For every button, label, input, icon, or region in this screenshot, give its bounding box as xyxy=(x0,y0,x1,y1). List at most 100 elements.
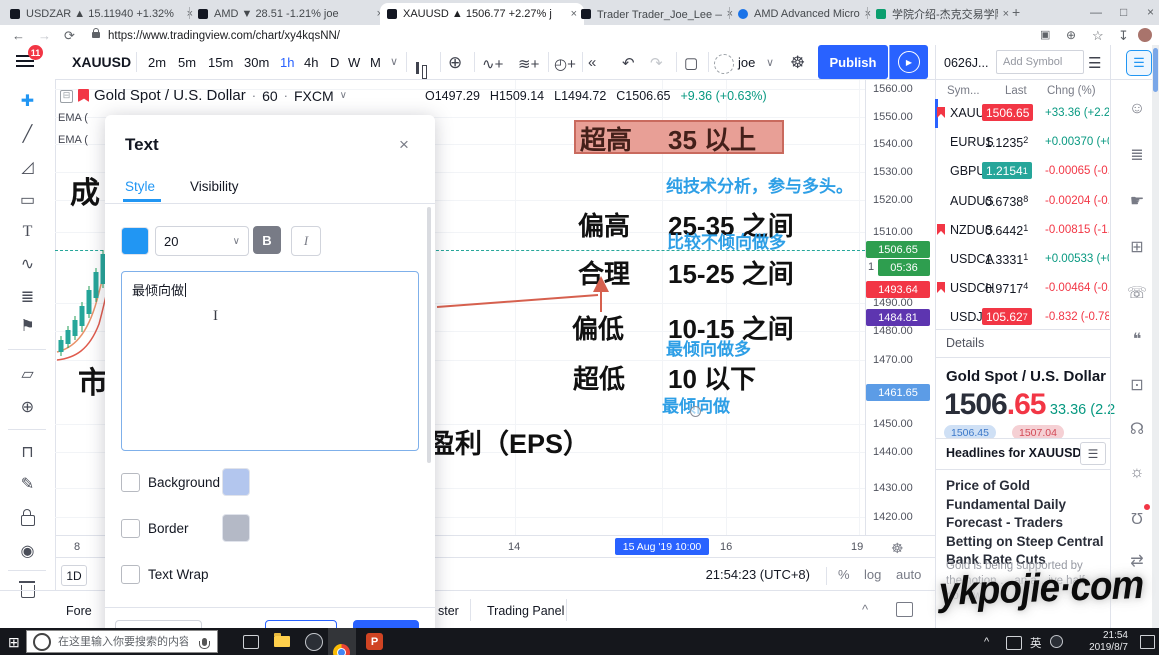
tab-trading-panel[interactable]: Trading Panel xyxy=(487,604,564,618)
browser-tab-1[interactable]: USDZAR ▲ 15.11940 +1.32% × xyxy=(3,3,200,25)
watchlist-row-usdcad[interactable]: USDCA 1.33311 +0.00533 (+0.4 xyxy=(935,245,1110,274)
hide-drawings-eye-icon[interactable]: ◉ xyxy=(14,537,41,564)
annotation-label[interactable]: 偏高 xyxy=(578,206,630,243)
url-text[interactable]: https://www.tradingview.com/chart/xy4kqs… xyxy=(108,30,340,42)
scrollbar-thumb[interactable] xyxy=(1153,48,1158,92)
shapes-icon[interactable]: ▭ xyxy=(14,186,41,213)
close-tab-icon[interactable]: × xyxy=(998,8,1009,20)
go-to-interval-button[interactable]: 1D xyxy=(61,565,87,586)
chevron-down-icon[interactable]: ∨ xyxy=(340,90,347,101)
chart-drawing-text[interactable]: 市 xyxy=(78,358,108,402)
magnet-icon[interactable]: ⊓ xyxy=(14,438,41,465)
taskbar-search-box[interactable] xyxy=(26,630,218,653)
watchlist-header-last[interactable]: Last xyxy=(1005,85,1027,97)
browser-tab-6[interactable]: 学院介绍-杰克交易学院-中国顶 × xyxy=(869,3,1016,25)
dialog-tab-visibility[interactable]: Visibility xyxy=(190,179,239,194)
timeframe-1h-active[interactable]: 1h xyxy=(280,55,294,70)
chevron-down-icon[interactable]: ∨ xyxy=(766,56,774,69)
watchlist-row-usdjpy[interactable]: USDJP 105.627 -0.832 (-0.78 xyxy=(935,303,1110,332)
ema-indicator-label[interactable]: EMA ( xyxy=(58,112,88,124)
browser-tab-4[interactable]: Trader Trader_Joe_Lee — 交易 × xyxy=(574,3,740,25)
undo-icon[interactable]: ↶ xyxy=(622,54,635,72)
media-icon[interactable]: ▣ xyxy=(1040,28,1050,41)
chat-smiley-icon[interactable]: ☺ xyxy=(1122,94,1152,124)
annotation-value[interactable]: 10 以下 xyxy=(668,359,756,396)
settings-gear-icon[interactable]: ☸ xyxy=(790,53,805,73)
ruler-icon[interactable]: ▱ xyxy=(14,360,41,387)
tray-app-icon[interactable] xyxy=(1050,635,1063,648)
forecast-icon[interactable]: ≣ xyxy=(14,283,41,310)
window-close-button[interactable]: × xyxy=(1147,5,1154,19)
replay-rewind-icon[interactable]: « xyxy=(588,54,596,71)
obs-icon[interactable] xyxy=(305,633,323,651)
templates-icon[interactable]: ≋+ xyxy=(518,55,539,73)
text-tool-icon[interactable]: T xyxy=(14,218,41,245)
browser-tab-2[interactable]: AMD ▼ 28.51 -1.21% joe × xyxy=(191,3,390,25)
annotation-note[interactable]: 最倾向做多 xyxy=(666,335,751,360)
browser-tab-5[interactable]: AMD Advanced Micro Device × xyxy=(731,3,878,25)
percent-scale-button[interactable]: % xyxy=(838,567,850,582)
timeframe-15m[interactable]: 15m xyxy=(208,55,233,70)
text-content-input[interactable]: 最倾向做 xyxy=(121,271,419,451)
calendar-icon[interactable]: ⊞ xyxy=(1122,232,1152,262)
border-color-swatch[interactable] xyxy=(222,514,250,542)
font-size-dropdown[interactable]: 20 ∨ xyxy=(155,226,249,256)
background-checkbox[interactable] xyxy=(121,473,140,492)
watchlist-row-eurusd[interactable]: EURUS 1.12352 +0.00370 (+0.3 xyxy=(935,128,1110,157)
trend-line-icon[interactable]: ╱ xyxy=(14,120,41,147)
timeframe-30m[interactable]: 30m xyxy=(244,55,269,70)
chevron-down-icon[interactable]: ∨ xyxy=(390,55,398,68)
expand-panel-chevron-icon[interactable]: ^ xyxy=(862,602,868,617)
annotation-value[interactable]: 15-25 之间 xyxy=(668,254,794,291)
patterns-icon[interactable]: ∿ xyxy=(14,250,41,277)
flagged-tools-icon[interactable]: ⚑ xyxy=(14,312,41,339)
chrome-icon[interactable] xyxy=(333,644,350,655)
back-icon[interactable]: ← xyxy=(12,28,25,43)
watchlist-panel-icon[interactable]: ☰ xyxy=(1126,50,1152,76)
fullscreen-icon[interactable]: ▢ xyxy=(684,54,698,72)
watchlist-name-dropdown[interactable]: 0626J... xyxy=(944,56,988,70)
annotation-value[interactable]: 35 以上 xyxy=(668,120,756,157)
download-icon[interactable]: ↧ xyxy=(1118,28,1129,44)
zoom-in-icon[interactable]: ⊕ xyxy=(14,393,41,420)
timeframe-2m[interactable]: 2m xyxy=(148,55,166,70)
news-story-title[interactable]: Price of Gold Fundamental Daily Forecast… xyxy=(946,477,1104,570)
browser-menu-dots-icon[interactable]: ⋮ xyxy=(1155,28,1159,44)
annotation-label[interactable]: 超低 xyxy=(573,359,625,396)
watchlist-header-symbol[interactable]: Sym... xyxy=(947,85,980,97)
tray-monitor-icon[interactable] xyxy=(1006,636,1022,650)
start-button-icon[interactable]: ⊞ xyxy=(8,634,20,651)
text-wrap-checkbox[interactable] xyxy=(121,565,140,584)
timeframe-5m[interactable]: 5m xyxy=(178,55,196,70)
dialog-tab-style[interactable]: Style xyxy=(125,179,155,194)
window-minimize-button[interactable]: — xyxy=(1090,5,1102,19)
tray-clock[interactable]: 21:54 2019/8/7 xyxy=(1072,630,1128,654)
symbol-search-button[interactable]: XAUUSD xyxy=(72,54,131,70)
replay-play-button[interactable]: ▶ xyxy=(889,45,928,79)
chart-drawing-text[interactable]: 成 xyxy=(70,168,100,212)
action-center-icon[interactable] xyxy=(1140,635,1155,649)
timeframe-d[interactable]: D xyxy=(330,55,339,70)
file-explorer-icon[interactable] xyxy=(274,636,290,647)
task-view-icon[interactable] xyxy=(243,635,259,649)
gann-fibonacci-icon[interactable]: ◿ xyxy=(14,153,41,180)
comments-icon[interactable]: ⊡ xyxy=(1122,370,1152,400)
watchlist-row-xauusd[interactable]: XAUUS 1506.65 +33.36 (+2.26 xyxy=(935,99,1110,128)
ema-indicator-label[interactable]: EMA ( xyxy=(58,134,88,146)
news-feed-icon[interactable]: ≣ xyxy=(1122,140,1152,170)
annotation-note[interactable]: 纯技术分析，参与多头。 xyxy=(666,172,853,197)
compare-icon[interactable]: ⊕ xyxy=(448,53,462,73)
collapse-legend-icon[interactable]: ⊟ xyxy=(60,90,73,103)
tab-forex-screener[interactable]: Fore xyxy=(66,604,92,618)
chart-title[interactable]: Gold Spot / U.S. Dollar xyxy=(94,87,246,104)
watchlist-row-usdchf[interactable]: USDCH 0.97174 -0.00464 (-0.4 xyxy=(935,274,1110,303)
taskbar-search-input[interactable] xyxy=(56,635,190,649)
panel-layout-icon[interactable] xyxy=(896,602,913,617)
background-color-swatch[interactable] xyxy=(222,468,250,496)
microphone-icon[interactable] xyxy=(202,638,207,646)
indicators-icon[interactable]: ∿+ xyxy=(482,55,503,73)
lock-drawings-icon[interactable] xyxy=(14,504,41,531)
new-tab-button[interactable]: + xyxy=(1012,4,1020,20)
annotation-label[interactable]: 超高 xyxy=(580,120,632,157)
timeframe-m[interactable]: M xyxy=(370,55,381,70)
